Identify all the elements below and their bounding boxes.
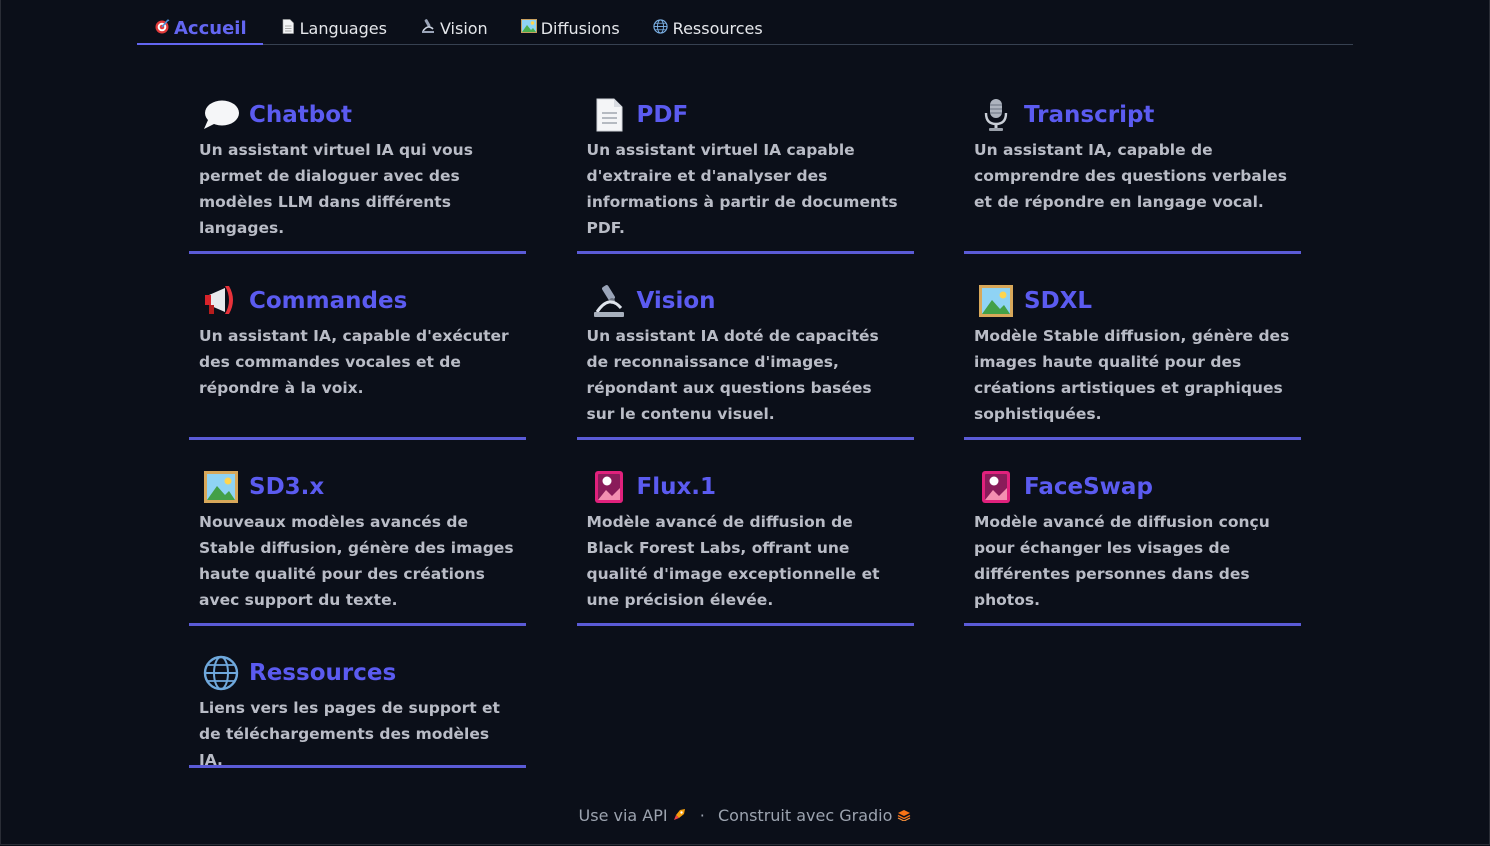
tab-ressources[interactable]: Ressources <box>636 12 779 44</box>
card-description: Un assistant IA, capable de comprendre d… <box>974 141 1287 211</box>
card-header: Commandes <box>199 284 516 318</box>
card-title: Ressources <box>249 660 397 686</box>
use-via-api-link[interactable]: Use via API <box>579 806 668 825</box>
card-flux1[interactable]: Flux.1 Modèle avancé de diffusion de Bla… <box>576 462 914 626</box>
card-title: Vision <box>636 288 716 314</box>
tab-vision[interactable]: Vision <box>403 12 504 44</box>
card-description: Modèle avancé de diffusion conçu pour éc… <box>974 513 1270 609</box>
card-header: FaceSwap <box>974 470 1291 504</box>
picture-icon <box>520 19 537 37</box>
footer-separator: · <box>699 806 705 825</box>
card-transcript[interactable]: Transcript Un assistant IA, capable de c… <box>964 90 1301 254</box>
tab-languages[interactable]: Languages <box>263 12 403 44</box>
card-description: Nouveaux modèles avancés de Stable diffu… <box>199 513 514 609</box>
card-description: Modèle avancé de diffusion de Black Fore… <box>586 513 880 609</box>
card-faceswap[interactable]: FaceSwap Modèle avancé de diffusion conç… <box>964 462 1301 626</box>
tab-label: Vision <box>439 18 488 38</box>
feature-grid: Chatbot Un assistant virtuel IA qui vous… <box>189 90 1301 769</box>
tab-bar: Accueil Languages Vision Diffusions Ress… <box>137 12 1353 45</box>
card-header: Flux.1 <box>587 470 904 504</box>
card-title: Commandes <box>249 288 408 314</box>
pink-card-icon <box>977 470 1015 504</box>
picture-icon <box>202 470 240 504</box>
card-pdf[interactable]: PDF Un assistant virtuel IA capable d'ex… <box>576 90 914 254</box>
card-description: Liens vers les pages de support et de té… <box>199 699 500 769</box>
card-vision[interactable]: Vision Un assistant IA doté de capacités… <box>576 276 914 440</box>
tab-label: Diffusions <box>540 18 620 38</box>
tab-label: Accueil <box>174 17 247 39</box>
microphone-icon <box>977 98 1015 132</box>
card-title: FaceSwap <box>1024 474 1153 500</box>
globe-icon <box>653 18 669 38</box>
rocket-icon <box>673 806 692 825</box>
card-sd3x[interactable]: SD3.x Nouveaux modèles avancés de Stable… <box>189 462 526 626</box>
built-with-gradio-link[interactable]: Construit avec Gradio <box>718 806 892 825</box>
card-title: Transcript <box>1024 102 1155 128</box>
card-description: Un assistant IA doté de capacités de rec… <box>586 327 879 423</box>
globe-icon <box>202 655 240 691</box>
card-description: Un assistant IA, capable d'exécuter des … <box>199 327 509 397</box>
gradio-logo-icon <box>897 806 911 825</box>
footer: Use via API · Construit avec Gradio <box>0 805 1490 825</box>
microscope-icon <box>420 18 436 38</box>
card-chatbot[interactable]: Chatbot Un assistant virtuel IA qui vous… <box>189 90 526 254</box>
card-title: Chatbot <box>249 102 353 128</box>
microscope-icon <box>590 284 628 318</box>
card-header: Transcript <box>974 98 1291 132</box>
card-title: SDXL <box>1024 288 1093 314</box>
card-title: SD3.x <box>249 474 325 500</box>
megaphone-icon <box>202 284 240 318</box>
card-ressources[interactable]: Ressources Liens vers les pages de suppo… <box>189 648 526 769</box>
tab-label: Ressources <box>672 18 763 38</box>
target-icon <box>154 18 170 38</box>
card-description: Un assistant virtuel IA capable d'extrai… <box>586 141 898 237</box>
card-title: Flux.1 <box>636 474 717 500</box>
tab-diffusions[interactable]: Diffusions <box>504 12 636 44</box>
card-header: SD3.x <box>199 470 516 504</box>
card-title: PDF <box>636 102 689 128</box>
card-header: SDXL <box>974 284 1291 318</box>
card-header: Vision <box>587 284 904 318</box>
card-header: Ressources <box>199 655 516 691</box>
speech-bubble-icon <box>202 98 240 132</box>
card-header: Chatbot <box>199 98 516 132</box>
card-header: PDF <box>587 98 904 132</box>
card-description: Un assistant virtuel IA qui vous permet … <box>199 141 473 237</box>
tab-accueil[interactable]: Accueil <box>137 13 263 45</box>
card-commandes[interactable]: Commandes Un assistant IA, capable d'exé… <box>189 276 526 440</box>
pink-card-icon <box>590 470 628 504</box>
document-icon <box>590 98 628 132</box>
document-icon <box>280 18 296 38</box>
tab-label: Languages <box>299 18 387 38</box>
card-description: Modèle Stable diffusion, génère des imag… <box>974 327 1290 423</box>
picture-icon <box>977 284 1015 318</box>
card-sdxl[interactable]: SDXL Modèle Stable diffusion, génère des… <box>964 276 1301 440</box>
